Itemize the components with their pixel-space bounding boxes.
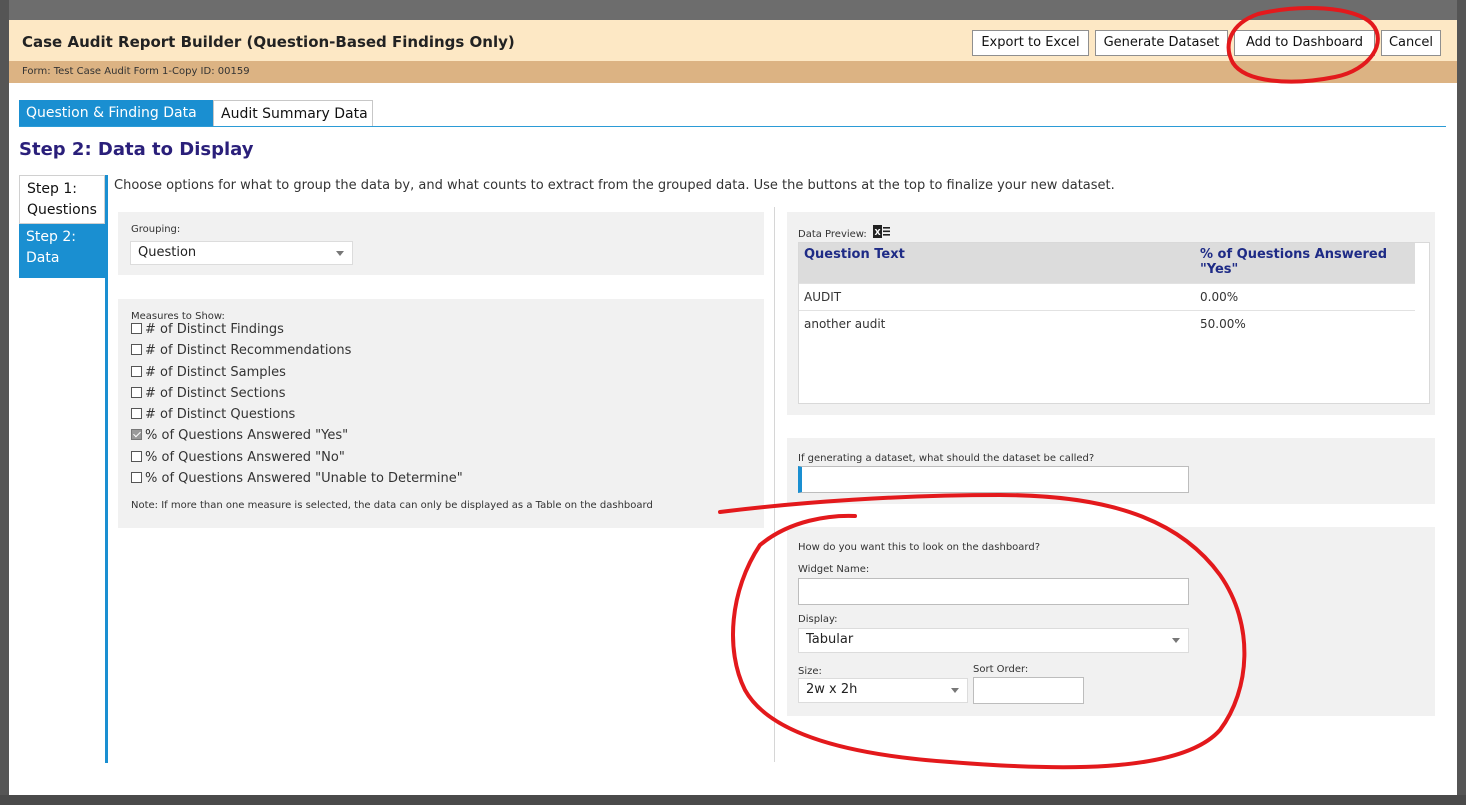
window-frame-bottom <box>0 795 1466 805</box>
sort-order-label: Sort Order: <box>973 664 1029 675</box>
generate-dataset-button[interactable]: Generate Dataset <box>1095 30 1228 56</box>
report-builder-dialog: Case Audit Report Builder (Question-Base… <box>9 20 1457 795</box>
measure-label: % of Questions Answered "No" <box>145 449 345 465</box>
measure-pct-unable[interactable]: % of Questions Answered "Unable to Deter… <box>131 468 463 489</box>
checkbox[interactable] <box>131 386 142 398</box>
cancel-button[interactable]: Cancel <box>1381 30 1441 56</box>
widget-name-input[interactable] <box>798 578 1189 605</box>
column-header-question-text: Question Text <box>799 243 1195 283</box>
chevron-down-icon <box>336 251 344 256</box>
measures-note: Note: If more than one measure is select… <box>131 500 653 511</box>
table-cell: 0.00% <box>1195 282 1415 310</box>
tab-question-finding-data[interactable]: Question & Finding Data <box>19 100 213 127</box>
measure-label: % of Questions Answered "Unable to Deter… <box>145 471 463 487</box>
dataset-name-label: If generating a dataset, what should the… <box>798 453 1095 464</box>
size-select[interactable]: 2w x 2h <box>798 678 968 703</box>
data-preview-table: Question Text % of Questions Answered "Y… <box>799 243 1415 337</box>
checkbox-checked[interactable] <box>131 429 142 441</box>
grouping-select[interactable]: Question <box>130 241 353 265</box>
step-nav: Step 1: Questions Step 2: Data <box>19 175 105 278</box>
checkbox[interactable] <box>131 450 142 462</box>
step-nav-questions[interactable]: Step 1: Questions <box>19 175 105 224</box>
sort-order-input[interactable] <box>973 677 1084 704</box>
size-select-value: 2w x 2h <box>806 682 858 697</box>
table-cell: another audit <box>799 309 1195 337</box>
data-preview-label: Data Preview: <box>798 229 867 240</box>
table-row: AUDIT 0.00% <box>799 282 1415 310</box>
dashboard-options-panel: How do you want this to look on the dash… <box>787 527 1435 716</box>
checkbox[interactable] <box>131 408 142 420</box>
measure-distinct-sections[interactable]: # of Distinct Sections <box>131 383 463 404</box>
measures-panel: Measures to Show: # of Distinct Findings… <box>118 299 764 528</box>
dataset-name-input[interactable] <box>798 466 1189 493</box>
measure-label: # of Distinct Samples <box>145 364 286 380</box>
measure-label: # of Distinct Findings <box>145 322 284 337</box>
dialog-titlebar: Case Audit Report Builder (Question-Base… <box>9 20 1457 61</box>
measure-distinct-findings[interactable]: # of Distinct Findings <box>131 319 463 340</box>
measure-pct-no[interactable]: % of Questions Answered "No" <box>131 447 463 468</box>
measure-distinct-samples[interactable]: # of Distinct Samples <box>131 362 463 383</box>
checkbox[interactable] <box>131 344 142 356</box>
table-row: another audit 50.00% <box>799 309 1415 337</box>
step-title: Step 2: Data to Display <box>19 139 254 160</box>
table-header-row: Question Text % of Questions Answered "Y… <box>799 243 1415 283</box>
display-select-value: Tabular <box>806 632 854 647</box>
step-nav-accent-line <box>105 175 108 763</box>
grouping-label: Grouping: <box>131 224 181 235</box>
measure-pct-yes[interactable]: % of Questions Answered "Yes" <box>131 425 463 446</box>
checkbox[interactable] <box>131 365 142 377</box>
display-select[interactable]: Tabular <box>798 628 1189 653</box>
window-frame-left <box>0 0 9 805</box>
measure-label: % of Questions Answered "Yes" <box>145 428 349 444</box>
dataset-name-panel: If generating a dataset, what should the… <box>787 438 1435 504</box>
column-header-pct-yes: % of Questions Answered "Yes" <box>1195 243 1415 283</box>
step-nav-data[interactable]: Step 2: Data <box>19 224 105 278</box>
export-to-excel-button[interactable]: Export to Excel <box>972 30 1089 56</box>
table-cell: 50.00% <box>1195 309 1415 337</box>
window-frame-top <box>0 0 1466 20</box>
chevron-down-icon <box>951 688 959 693</box>
instructions-text: Choose options for what to group the dat… <box>114 178 1115 193</box>
measure-label: # of Distinct Questions <box>145 407 296 423</box>
dashboard-question: How do you want this to look on the dash… <box>798 542 1040 553</box>
checkbox[interactable] <box>131 323 142 334</box>
form-info-text: Form: Test Case Audit Form 1-Copy ID: 00… <box>22 66 250 77</box>
chevron-down-icon <box>1172 638 1180 643</box>
tabs-underline <box>19 126 1446 127</box>
excel-export-icon[interactable]: X <box>873 225 890 238</box>
size-label: Size: <box>798 666 822 677</box>
measure-label: # of Distinct Sections <box>145 385 286 401</box>
checkbox[interactable] <box>131 472 142 484</box>
measure-distinct-questions[interactable]: # of Distinct Questions <box>131 404 463 425</box>
measures-list: # of Distinct Findings # of Distinct Rec… <box>131 319 463 489</box>
measure-label: # of Distinct Recommendations <box>145 343 352 359</box>
tab-audit-summary-data[interactable]: Audit Summary Data <box>213 100 373 127</box>
grouping-select-value: Question <box>138 245 197 260</box>
table-cell: AUDIT <box>799 282 1195 310</box>
form-info-bar: Form: Test Case Audit Form 1-Copy ID: 00… <box>9 61 1457 83</box>
data-preview-table-wrapper: Question Text % of Questions Answered "Y… <box>798 242 1430 404</box>
add-to-dashboard-button[interactable]: Add to Dashboard <box>1234 30 1375 56</box>
dialog-title: Case Audit Report Builder (Question-Base… <box>22 33 515 51</box>
grouping-panel: Grouping: Question <box>118 212 764 275</box>
column-divider <box>774 207 775 762</box>
display-label: Display: <box>798 614 838 625</box>
widget-name-label: Widget Name: <box>798 564 870 575</box>
window-frame-right <box>1457 0 1466 805</box>
data-preview-panel: Data Preview: X Question Text % of Quest… <box>787 212 1435 415</box>
measure-distinct-recommendations[interactable]: # of Distinct Recommendations <box>131 340 463 361</box>
svg-text:X: X <box>875 228 882 237</box>
